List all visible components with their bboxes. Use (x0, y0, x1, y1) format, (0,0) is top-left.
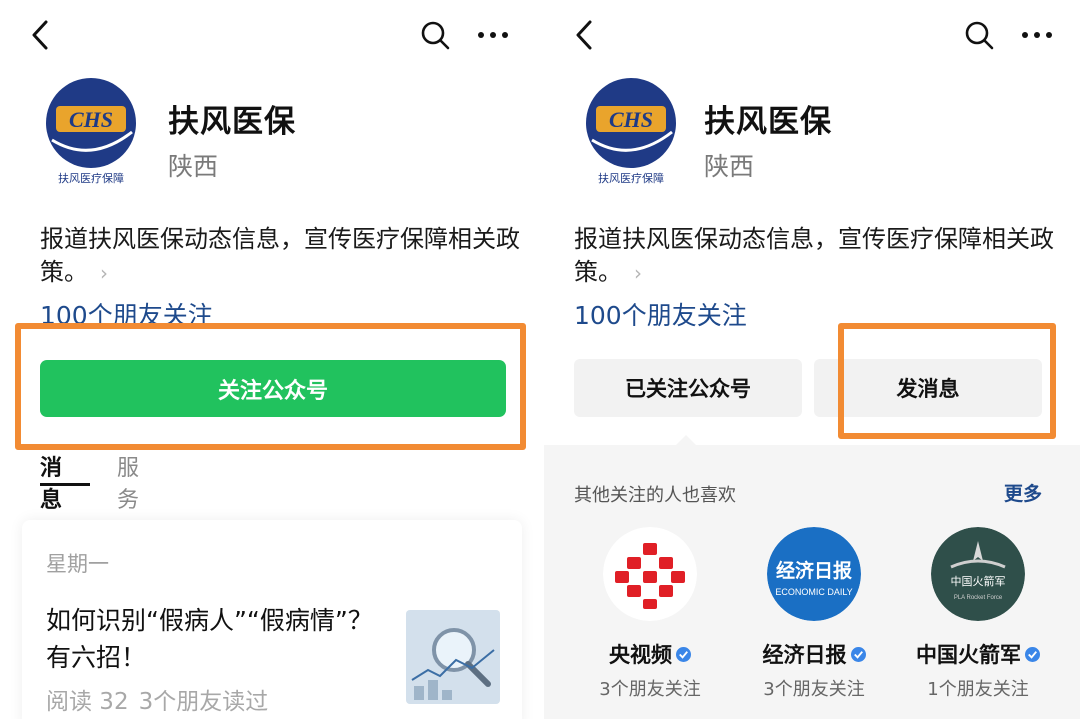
friends-following[interactable]: 100个朋友关注 (574, 296, 747, 332)
verified-icon (1025, 646, 1040, 662)
chevron-right-icon: › (634, 261, 642, 285)
recommended-name: 经济日报 (734, 639, 894, 669)
avatar: 中国火箭军 PLA Rocket Force (931, 527, 1025, 621)
article-meta: 阅读 32 3个朋友读过 (46, 682, 268, 716)
tab-underline (40, 483, 90, 486)
logo-caption: 扶风医疗保障 (598, 171, 664, 185)
divider (536, 0, 544, 719)
top-bar (0, 0, 536, 70)
account-description[interactable]: 报道扶风医保动态信息，宣传医疗保障相关政策。 › (40, 223, 520, 290)
recommended-account[interactable]: 中国火箭军 PLA Rocket Force 中国火箭军 1个朋友关注 (898, 527, 1058, 701)
avatar-text: 中国火箭军 (951, 574, 1006, 588)
avatar-subtext: ECONOMIC DAILY (775, 587, 852, 597)
right-profile-screen: CHS 扶风医疗保障 扶风医保 陕西 报道扶风医保动态信息，宣传医疗保障相关政策… (544, 0, 1080, 719)
recommended-name-text: 中国火箭军 (916, 643, 1021, 667)
account-name: 扶风医保 (168, 104, 296, 140)
highlight-box (838, 323, 1056, 439)
article-card[interactable]: 星期一 如何识别“假病人”“假病情”？有六招！ 阅读 32 3个朋友读过 (22, 520, 522, 719)
left-profile-screen: CHS 扶风医疗保障 扶风医保 陕西 报道扶风医保动态信息，宣传医疗保障相关政策… (0, 0, 536, 719)
description-text: 报道扶风医保动态信息，宣传医疗保障相关政策。 (574, 225, 1054, 286)
more-link[interactable]: 更多 (1004, 479, 1042, 506)
account-logo: CHS 扶风医疗保障 (586, 78, 676, 185)
verified-icon (676, 646, 691, 662)
avatar-text: 经济日报 (776, 559, 852, 582)
recommended-account[interactable]: 央视频 3个朋友关注 (570, 527, 730, 701)
account-region: 陕西 (704, 152, 755, 181)
more-icon[interactable] (1020, 22, 1054, 48)
recommendations-title: 其他关注的人也喜欢 (574, 485, 736, 506)
recommended-name-text: 央视频 (609, 643, 672, 667)
recommended-follow-count: 3个朋友关注 (599, 679, 701, 700)
followed-button[interactable]: 已关注公众号 (574, 359, 802, 417)
recommended-name: 中国火箭军 (898, 639, 1058, 669)
recommended-account[interactable]: 经济日报 ECONOMIC DAILY 经济日报 3个朋友关注 (734, 527, 894, 701)
recommended-follow-count: 1个朋友关注 (927, 679, 1029, 700)
logo-text: CHS (69, 107, 113, 132)
recommendations-panel: 其他关注的人也喜欢 更多 央视频 3个朋友关注 经济日报 ECONOMIC DA… (544, 445, 1080, 719)
more-icon[interactable] (476, 22, 510, 48)
back-icon[interactable] (26, 18, 54, 52)
avatar-subtext: PLA Rocket Force (954, 595, 1003, 601)
article-weekday: 星期一 (46, 552, 109, 576)
tab-messages[interactable]: 消息 (40, 450, 62, 514)
avatar (603, 527, 697, 621)
verified-icon (850, 646, 866, 662)
logo-caption: 扶风医疗保障 (58, 171, 124, 185)
article-thumbnail[interactable] (406, 610, 500, 704)
account-region: 陕西 (168, 152, 219, 181)
search-icon[interactable] (964, 20, 994, 50)
description-text: 报道扶风医保动态信息，宣传医疗保障相关政策。 (40, 225, 520, 286)
avatar: 经济日报 ECONOMIC DAILY (767, 527, 861, 621)
article-reads: 阅读 32 (46, 689, 129, 715)
tab-services-label: 服务 (117, 456, 140, 513)
highlight-box (15, 323, 526, 450)
recommended-name-text: 经济日报 (762, 643, 847, 667)
chevron-right-icon: › (100, 261, 108, 285)
recommended-follow-count: 3个朋友关注 (763, 679, 865, 700)
account-description[interactable]: 报道扶风医保动态信息，宣传医疗保障相关政策。 › (574, 223, 1054, 290)
recommended-name: 央视频 (570, 639, 730, 669)
account-name: 扶风医保 (704, 104, 832, 140)
search-icon[interactable] (420, 20, 450, 50)
back-icon[interactable] (570, 18, 598, 52)
top-bar (544, 0, 1080, 70)
article-friends-read: 3个朋友读过 (138, 689, 269, 715)
logo-text: CHS (609, 107, 653, 132)
account-logo: CHS 扶风医疗保障 (46, 78, 136, 185)
article-title[interactable]: 如何识别“假病人”“假病情”？有六招！ (46, 602, 396, 676)
